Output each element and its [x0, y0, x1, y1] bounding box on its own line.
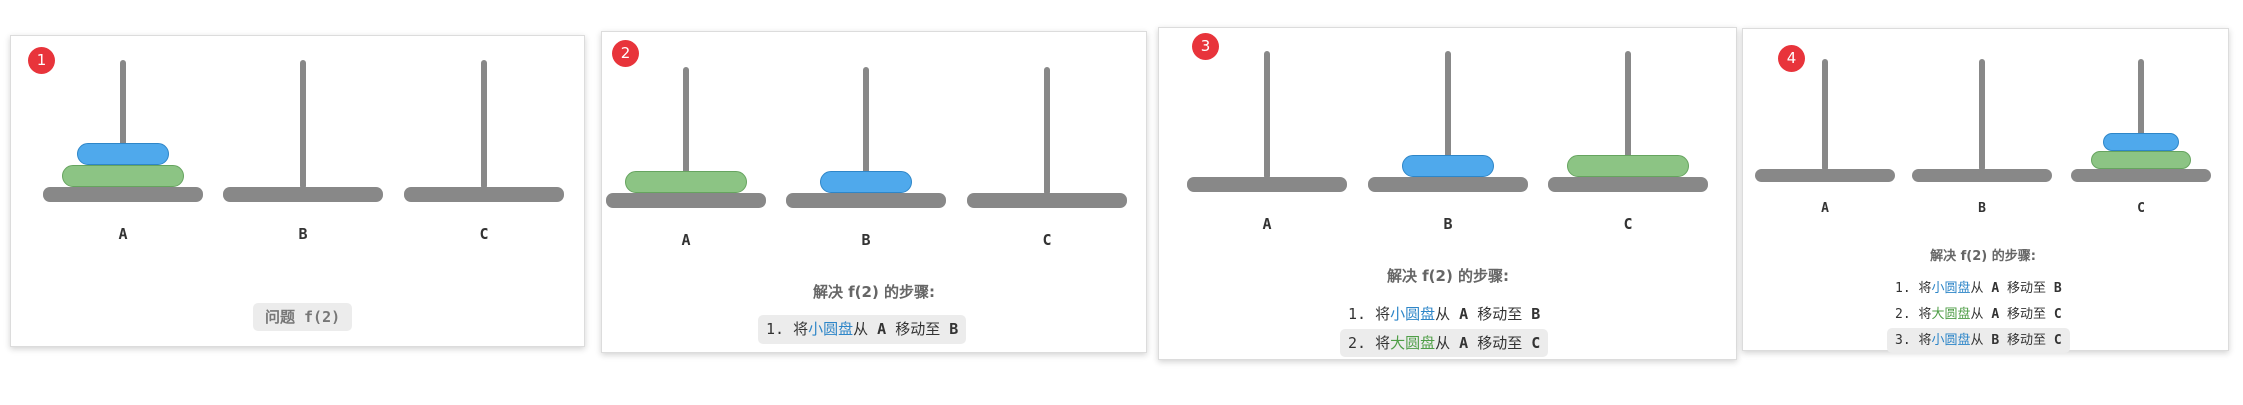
step-to-peg: B	[1531, 305, 1541, 323]
peg-base	[43, 187, 203, 202]
peg-base	[786, 193, 946, 208]
peg-label: A	[1821, 201, 1829, 216]
step-badge: 1	[28, 47, 55, 74]
step-verb: 将	[1375, 305, 1391, 323]
small-disk	[2103, 132, 2179, 151]
peg-base	[223, 187, 383, 202]
peg-label: C	[2137, 201, 2145, 216]
step-number: 1.	[1348, 305, 1367, 323]
peg-rod	[481, 60, 487, 189]
large-disk	[625, 171, 747, 193]
step-verb: 将	[1375, 334, 1391, 352]
step-badge: 2	[612, 40, 639, 67]
peg-base	[1912, 169, 2052, 182]
step-line: 3. 将小圆盘从 B 移动至 C	[1887, 328, 2070, 353]
step-verb: 将	[1918, 281, 1932, 296]
large-disk	[1567, 155, 1689, 177]
step-to-peg: B	[2053, 281, 2062, 296]
peg-label: C	[1042, 231, 1052, 249]
peg-rod	[300, 60, 306, 189]
steps-title: 解决 f(2) 的步骤:	[812, 283, 936, 301]
step-badge: 4	[1778, 45, 1805, 72]
step-verb: 将	[1918, 333, 1932, 348]
peg-rod	[1044, 67, 1050, 195]
peg-base	[2071, 169, 2211, 182]
step-to-peg: B	[949, 320, 959, 338]
step-to-word: 移动至	[1477, 305, 1523, 323]
peg-rod	[1822, 59, 1828, 171]
peg-base	[1368, 177, 1528, 192]
peg-base	[1548, 177, 1708, 192]
step-from-word: 从	[1435, 334, 1451, 352]
step-line: 1. 将小圆盘从 A 移动至 B	[1887, 276, 2070, 301]
step-disk: 小圆盘	[1390, 305, 1436, 323]
step-disk: 大圆盘	[1390, 334, 1436, 352]
step-number: 2.	[1895, 307, 1911, 322]
step-from-word: 从	[1970, 281, 1984, 296]
step-line: 1. 将小圆盘从 A 移动至 B	[1340, 300, 1548, 328]
step-from-word: 从	[853, 320, 869, 338]
step-disk: 小圆盘	[808, 320, 854, 338]
step-from-peg: B	[1991, 333, 2000, 348]
peg-label: C	[479, 225, 489, 243]
step-disk: 小圆盘	[1931, 333, 1971, 348]
step-from-peg: A	[1459, 334, 1469, 352]
peg-label: B	[298, 225, 308, 243]
step-to-peg: C	[2053, 307, 2062, 322]
step-from-word: 从	[1435, 305, 1451, 323]
peg-label: B	[861, 231, 871, 249]
peg-base	[1755, 169, 1895, 182]
step-to-peg: C	[2053, 333, 2062, 348]
step-to-word: 移动至	[2007, 307, 2047, 322]
peg-label: B	[1978, 201, 1986, 216]
step-number: 1.	[1895, 281, 1911, 296]
large-disk	[2090, 150, 2191, 169]
question-label: 问题 f(2)	[253, 303, 353, 331]
step-from-word: 从	[1970, 307, 1984, 322]
step-from-peg: A	[1991, 281, 2000, 296]
step-number: 3.	[1895, 333, 1911, 348]
step-line: 2. 将大圆盘从 A 移动至 C	[1340, 329, 1549, 357]
step-from-peg: A	[877, 320, 887, 338]
small-disk	[77, 143, 169, 165]
step-to-peg: C	[1531, 334, 1541, 352]
step-to-word: 移动至	[2007, 333, 2047, 348]
step-number: 2.	[1348, 334, 1367, 352]
peg-base	[606, 193, 766, 208]
peg-label: A	[1262, 215, 1272, 233]
step-line: 2. 将大圆盘从 A 移动至 C	[1887, 302, 2070, 327]
peg-rod	[1264, 51, 1270, 179]
peg-label: A	[118, 225, 128, 243]
step-number: 1.	[766, 320, 785, 338]
step-to-word: 移动至	[1477, 334, 1523, 352]
small-disk	[820, 171, 912, 193]
step-verb: 将	[1918, 307, 1932, 322]
step-to-word: 移动至	[895, 320, 941, 338]
step-verb: 将	[793, 320, 809, 338]
peg-base	[967, 193, 1127, 208]
step-from-peg: A	[1459, 305, 1469, 323]
step-badge: 3	[1192, 33, 1219, 60]
peg-label: A	[681, 231, 691, 249]
step-from-peg: A	[1991, 307, 2000, 322]
step-disk: 小圆盘	[1931, 281, 1971, 296]
step-line: 1. 将小圆盘从 A 移动至 B	[758, 315, 967, 344]
peg-base	[1187, 177, 1347, 192]
peg-label: B	[1443, 215, 1453, 233]
large-disk	[62, 165, 184, 187]
peg-rod	[1979, 59, 1985, 171]
peg-base	[404, 187, 564, 202]
step-disk: 大圆盘	[1931, 307, 1971, 322]
peg-label: C	[1623, 215, 1633, 233]
steps-title: 解决 f(2) 的步骤:	[1930, 249, 2036, 264]
step-from-word: 从	[1970, 333, 1984, 348]
steps-title: 解决 f(2) 的步骤:	[1386, 267, 1510, 285]
small-disk	[1402, 155, 1494, 177]
step-to-word: 移动至	[2007, 281, 2047, 296]
